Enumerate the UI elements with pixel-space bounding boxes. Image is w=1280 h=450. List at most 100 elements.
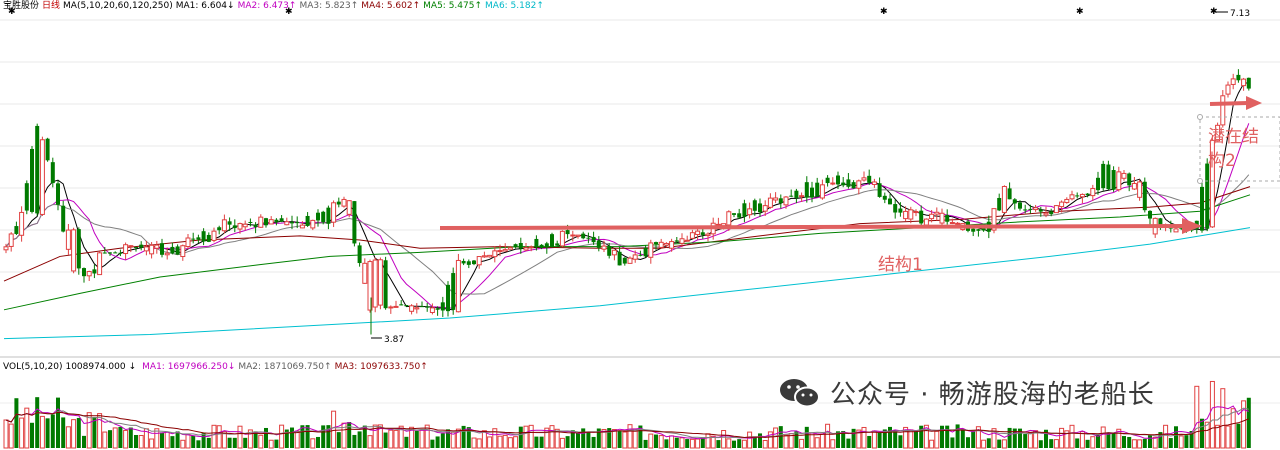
volume-bar <box>794 431 799 448</box>
candle <box>331 200 337 228</box>
candle-body <box>1049 211 1054 215</box>
candle-body <box>611 249 617 256</box>
volume-bar <box>1220 388 1226 449</box>
volume-bar <box>741 439 747 449</box>
candle <box>56 180 60 211</box>
candle-body <box>143 246 149 252</box>
candle <box>737 208 742 219</box>
volume-bar <box>737 439 742 448</box>
candle-body <box>232 225 237 229</box>
candle-body <box>492 250 498 258</box>
volume-bar <box>565 436 570 448</box>
candle-body <box>981 228 986 231</box>
candle-body <box>1205 163 1210 229</box>
candle <box>825 175 830 187</box>
volume-bar <box>419 429 425 449</box>
volume-bar <box>861 426 867 449</box>
candle <box>466 259 471 269</box>
candle <box>898 202 903 217</box>
candle-body <box>1033 207 1039 211</box>
candle-body <box>752 200 757 211</box>
ma-label: MA(5,10,20,60,120,250) <box>63 1 173 11</box>
volume-bar <box>134 434 138 448</box>
candle <box>1111 166 1116 192</box>
candle <box>893 199 898 219</box>
stock-name[interactable]: 宝胜股份 <box>3 1 39 11</box>
candle <box>372 257 378 313</box>
candle <box>882 192 887 204</box>
volume-bar <box>108 430 112 448</box>
volume-bar <box>783 434 789 449</box>
candle <box>71 227 77 274</box>
candle <box>1225 81 1231 98</box>
candle-body <box>1137 181 1143 198</box>
volume-bar <box>893 429 898 448</box>
candle <box>742 199 747 223</box>
candle-body <box>206 234 211 242</box>
candle-body <box>632 254 638 260</box>
candle-body <box>528 246 534 249</box>
watermark-text: 公众号 · 畅游股海的老船长 <box>830 380 1155 410</box>
ma-value-4: MA4: 5.602↑ <box>361 1 421 11</box>
candle-body <box>113 252 118 254</box>
volume-bar <box>549 425 555 449</box>
volume-bar <box>170 436 175 448</box>
candle <box>451 267 456 315</box>
volume-bar <box>971 430 976 448</box>
box-handle <box>1197 114 1203 120</box>
candle <box>804 176 809 203</box>
candle <box>1090 184 1096 201</box>
volume-bar <box>643 439 648 448</box>
volume-bar <box>1236 423 1241 448</box>
candle <box>39 136 45 216</box>
candle-body <box>888 198 892 205</box>
candle <box>1158 217 1163 230</box>
candle <box>934 207 940 221</box>
volume-bar <box>1085 439 1090 448</box>
candle-body <box>544 243 549 248</box>
candle-body <box>861 177 867 181</box>
volume-bar <box>82 435 86 448</box>
volume-bar <box>336 432 341 448</box>
volume-bar <box>819 433 825 449</box>
candle-body <box>160 243 164 255</box>
candle-body <box>1038 209 1043 212</box>
volume-bar <box>232 437 237 448</box>
candle <box>1075 192 1080 199</box>
candle-body <box>71 229 77 272</box>
candle <box>352 201 357 247</box>
candle <box>841 177 846 188</box>
volume-bar <box>268 439 274 449</box>
volume-bar <box>154 428 160 449</box>
period-label[interactable]: 日线 <box>42 1 60 11</box>
volume-bar <box>1174 426 1178 448</box>
candle-body <box>882 195 887 200</box>
candle <box>1101 160 1106 191</box>
candle <box>767 193 773 209</box>
candle <box>440 296 445 317</box>
volume-bar <box>1059 427 1065 449</box>
candle <box>591 231 596 245</box>
candle-body <box>3 246 9 251</box>
candle <box>596 236 601 252</box>
volume-bar <box>507 437 513 449</box>
candle-body <box>851 182 856 189</box>
candle-body <box>50 162 55 184</box>
candle-body <box>830 182 836 185</box>
candle <box>425 302 430 312</box>
volume-bar <box>112 427 118 449</box>
candle <box>648 239 654 264</box>
candle-body <box>388 306 394 309</box>
volume-bar <box>1131 439 1137 449</box>
candle-body <box>658 241 664 248</box>
volume-bar <box>586 432 591 448</box>
candle-body <box>1018 202 1022 209</box>
candle <box>1220 90 1226 128</box>
high-price-label: 7.13 <box>1230 9 1250 19</box>
volume-bar <box>627 424 633 449</box>
volume-bar <box>747 431 753 449</box>
candle-body <box>191 238 196 240</box>
volume-bar <box>966 437 970 448</box>
volume-bar <box>383 432 388 448</box>
volume-bar <box>1023 434 1028 448</box>
